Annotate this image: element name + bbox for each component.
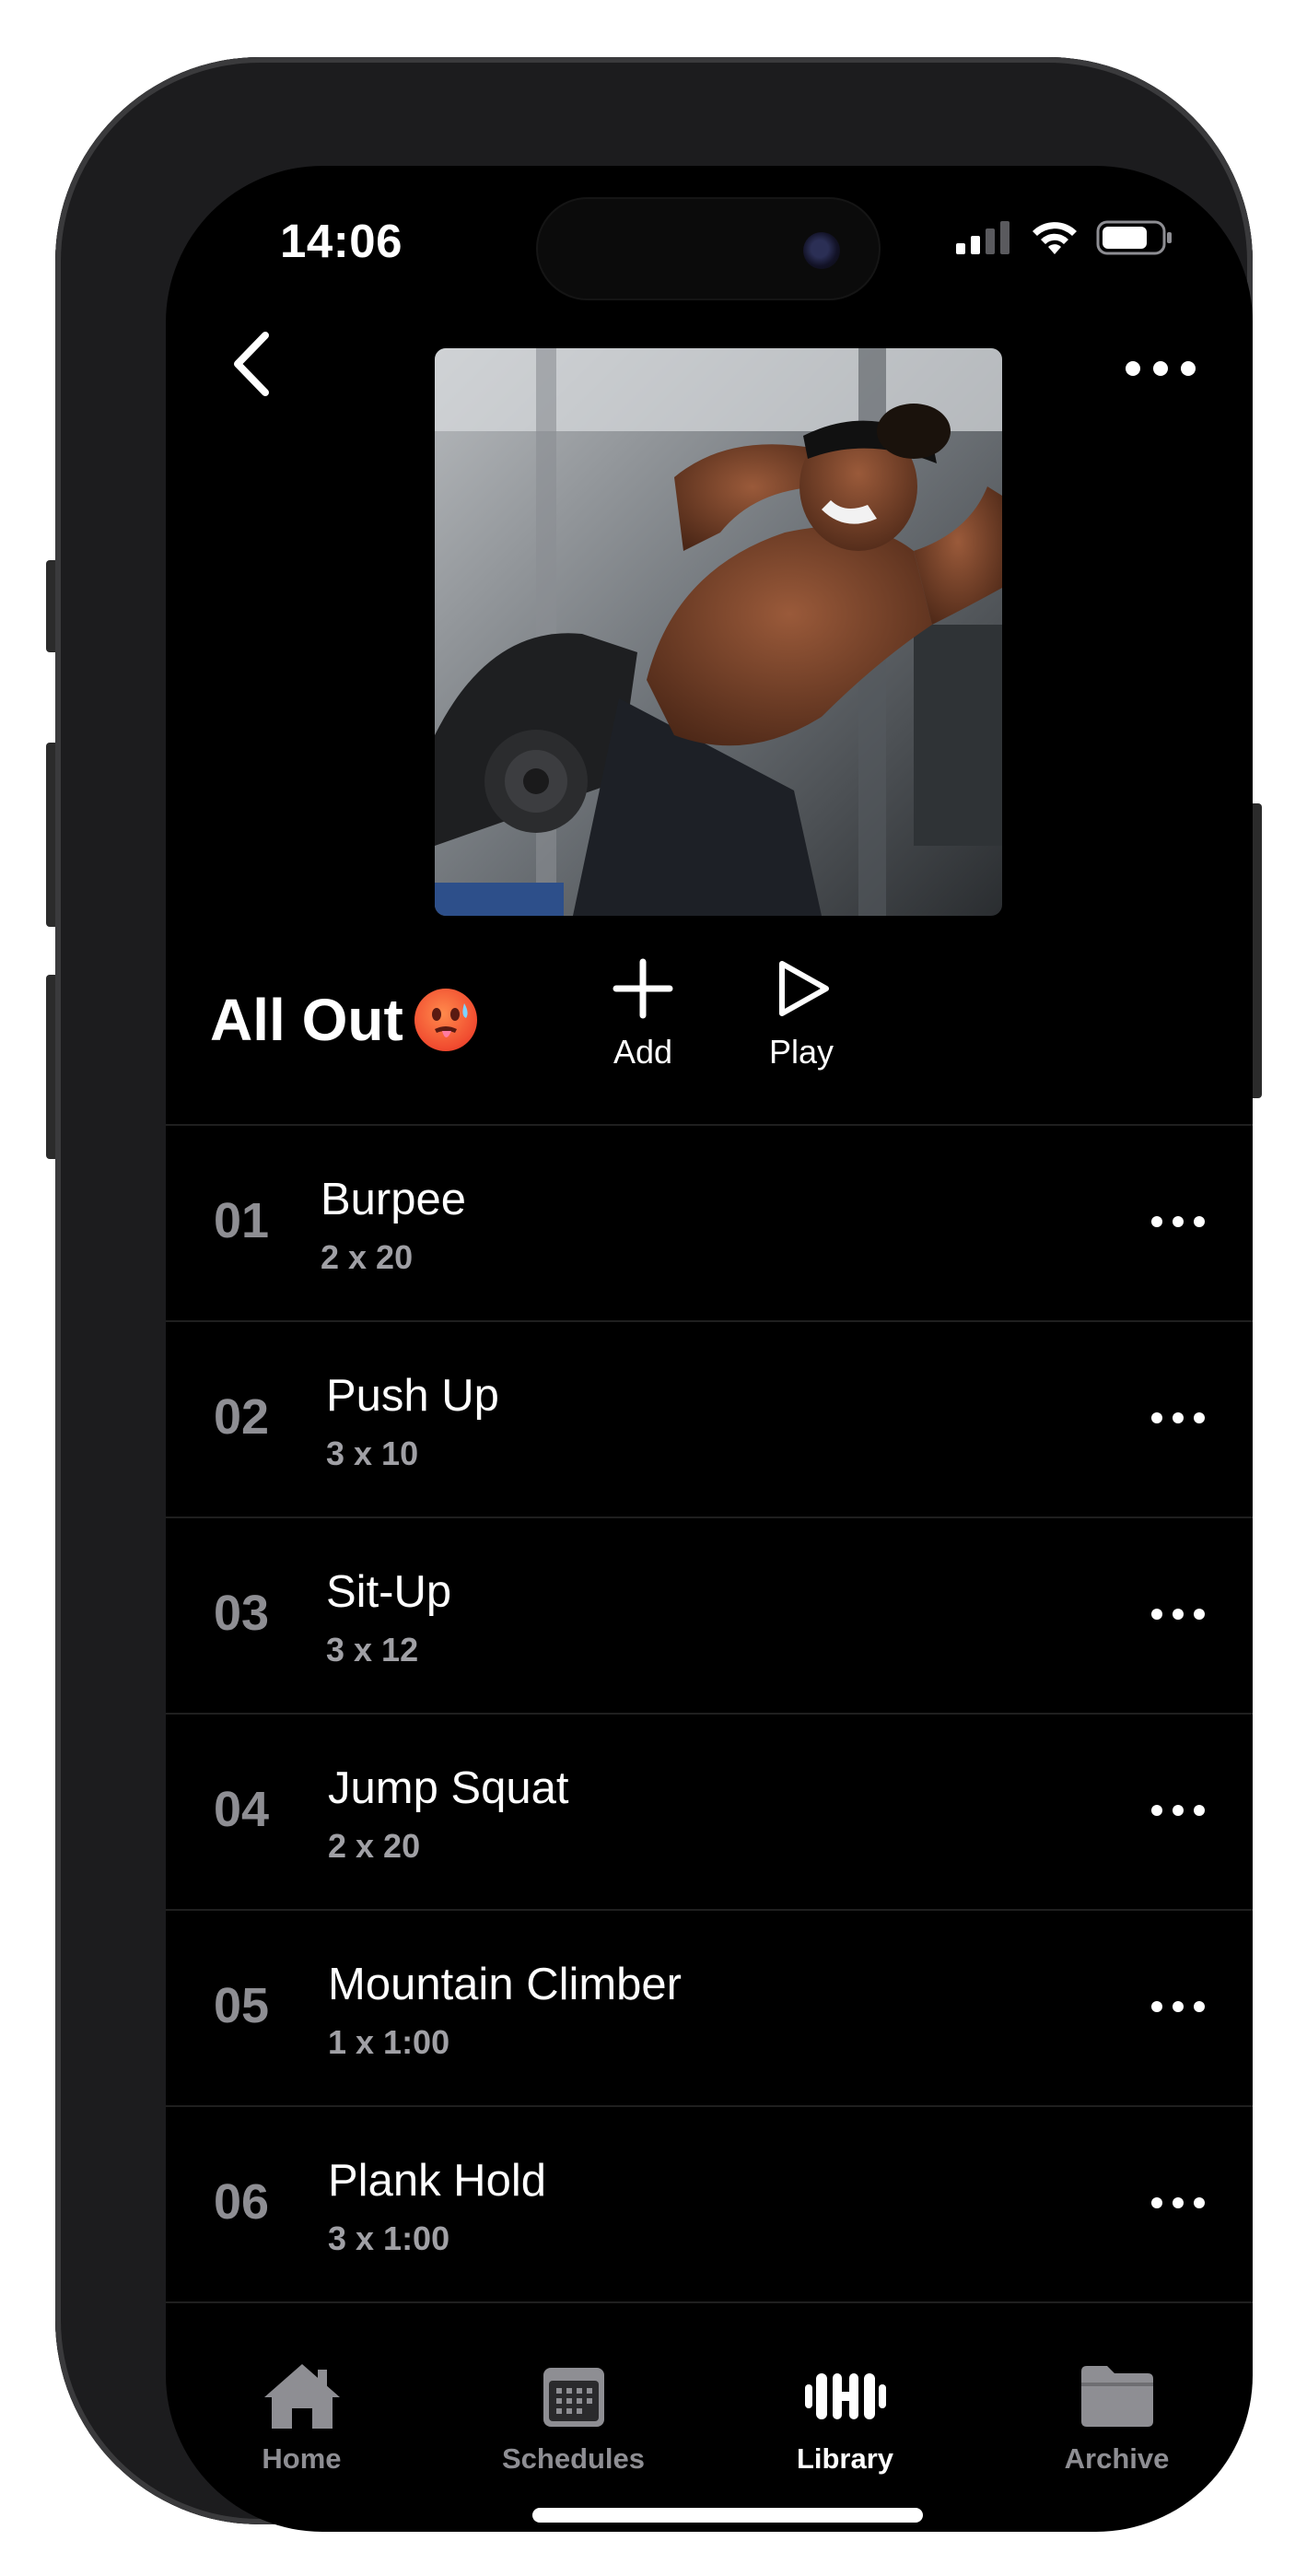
exercise-sets: 2 x 20	[328, 1827, 421, 1865]
playlist-title: All Out	[210, 986, 477, 1054]
hot-face-emoji	[414, 989, 477, 1051]
list-item[interactable]: 02 Push Up 3 x 10	[166, 1320, 1253, 1516]
exercise-name: Push Up	[326, 1371, 499, 1421]
tab-home[interactable]: Home	[166, 2333, 438, 2532]
ellipsis-icon	[1126, 361, 1196, 376]
exercise-sets: 1 x 1:00	[328, 2023, 450, 2061]
add-label: Add	[613, 1033, 673, 1071]
ellipsis-icon[interactable]	[1146, 1399, 1210, 1436]
front-camera	[803, 232, 840, 269]
exercise-number: 05	[214, 1978, 270, 2033]
exercise-name: Burpee	[321, 1175, 467, 1224]
list-item[interactable]: 06 Plank Hold 3 x 1:00	[166, 2105, 1253, 2303]
exercise-number: 02	[214, 1389, 270, 1445]
phone-frame: 14:06 All Out Add Play 01 Burpee 2 x 20 …	[55, 57, 1253, 2532]
status-time: 14:06	[280, 215, 403, 267]
tab-label: Archive	[1064, 2442, 1170, 2475]
exercise-list: 01 Burpee 2 x 20 02 Push Up 3 x 10 03 Si…	[166, 1124, 1253, 2303]
add-button[interactable]: Add	[578, 956, 707, 1071]
house-icon	[263, 2364, 340, 2429]
list-item[interactable]: 05 Mountain Climber 1 x 1:00	[166, 1909, 1253, 2105]
play-button[interactable]: Play	[737, 956, 866, 1071]
tab-bar: Home Schedules Library Archive	[166, 2333, 1253, 2532]
tab-label: Schedules	[501, 2442, 646, 2475]
chevron-left-icon	[234, 332, 269, 396]
exercise-name: Plank Hold	[328, 2156, 546, 2206]
battery-icon	[1096, 220, 1172, 255]
tab-schedules[interactable]: Schedules	[438, 2333, 709, 2532]
exercise-name: Jump Squat	[328, 1763, 569, 1813]
exercise-sets: 3 x 10	[326, 1434, 419, 1472]
exercise-number: 06	[214, 2174, 270, 2230]
ellipsis-icon[interactable]	[1146, 1203, 1210, 1240]
exercise-sets: 2 x 20	[321, 1238, 414, 1276]
exercise-name: Mountain Climber	[328, 1960, 682, 2009]
list-item[interactable]: 03 Sit-Up 3 x 12	[166, 1516, 1253, 1713]
tab-label: Home	[262, 2442, 342, 2475]
tab-label: Library	[796, 2442, 894, 2475]
back-button[interactable]	[214, 313, 297, 415]
list-item[interactable]: 04 Jump Squat 2 x 20	[166, 1713, 1253, 1909]
exercise-name: Sit-Up	[326, 1567, 452, 1617]
cellular-signal-icon	[956, 221, 1009, 254]
ellipsis-icon[interactable]	[1146, 1596, 1210, 1633]
dynamic-island	[536, 197, 881, 300]
tab-archive[interactable]: Archive	[981, 2333, 1253, 2532]
play-label: Play	[768, 1033, 834, 1071]
status-icons	[956, 219, 1173, 256]
exercise-sets: 3 x 12	[326, 1631, 419, 1669]
list-item[interactable]: 01 Burpee 2 x 20	[166, 1124, 1253, 1320]
screen: 14:06 All Out Add Play 01 Burpee 2 x 20 …	[166, 166, 1253, 2532]
exercise-sets: 3 x 1:00	[328, 2219, 450, 2257]
home-indicator[interactable]	[532, 2508, 923, 2523]
folder-icon	[1080, 2366, 1153, 2427]
workout-cover-image	[435, 348, 1002, 916]
tab-library[interactable]: Library	[709, 2333, 981, 2532]
playlist-title-text: All Out	[210, 987, 403, 1053]
exercise-number: 03	[214, 1586, 270, 1641]
dumbbell-icon	[804, 2373, 886, 2419]
ellipsis-icon[interactable]	[1146, 1792, 1210, 1829]
ellipsis-icon[interactable]	[1146, 2184, 1210, 2221]
more-options-button[interactable]	[1105, 332, 1216, 405]
calendar-icon	[543, 2368, 604, 2427]
exercise-number: 04	[214, 1782, 270, 1837]
play-icon	[779, 961, 829, 1016]
plus-icon	[613, 958, 673, 1019]
exercise-number: 01	[214, 1193, 270, 1248]
wifi-icon	[1033, 222, 1077, 254]
ellipsis-icon[interactable]	[1146, 1988, 1210, 2025]
